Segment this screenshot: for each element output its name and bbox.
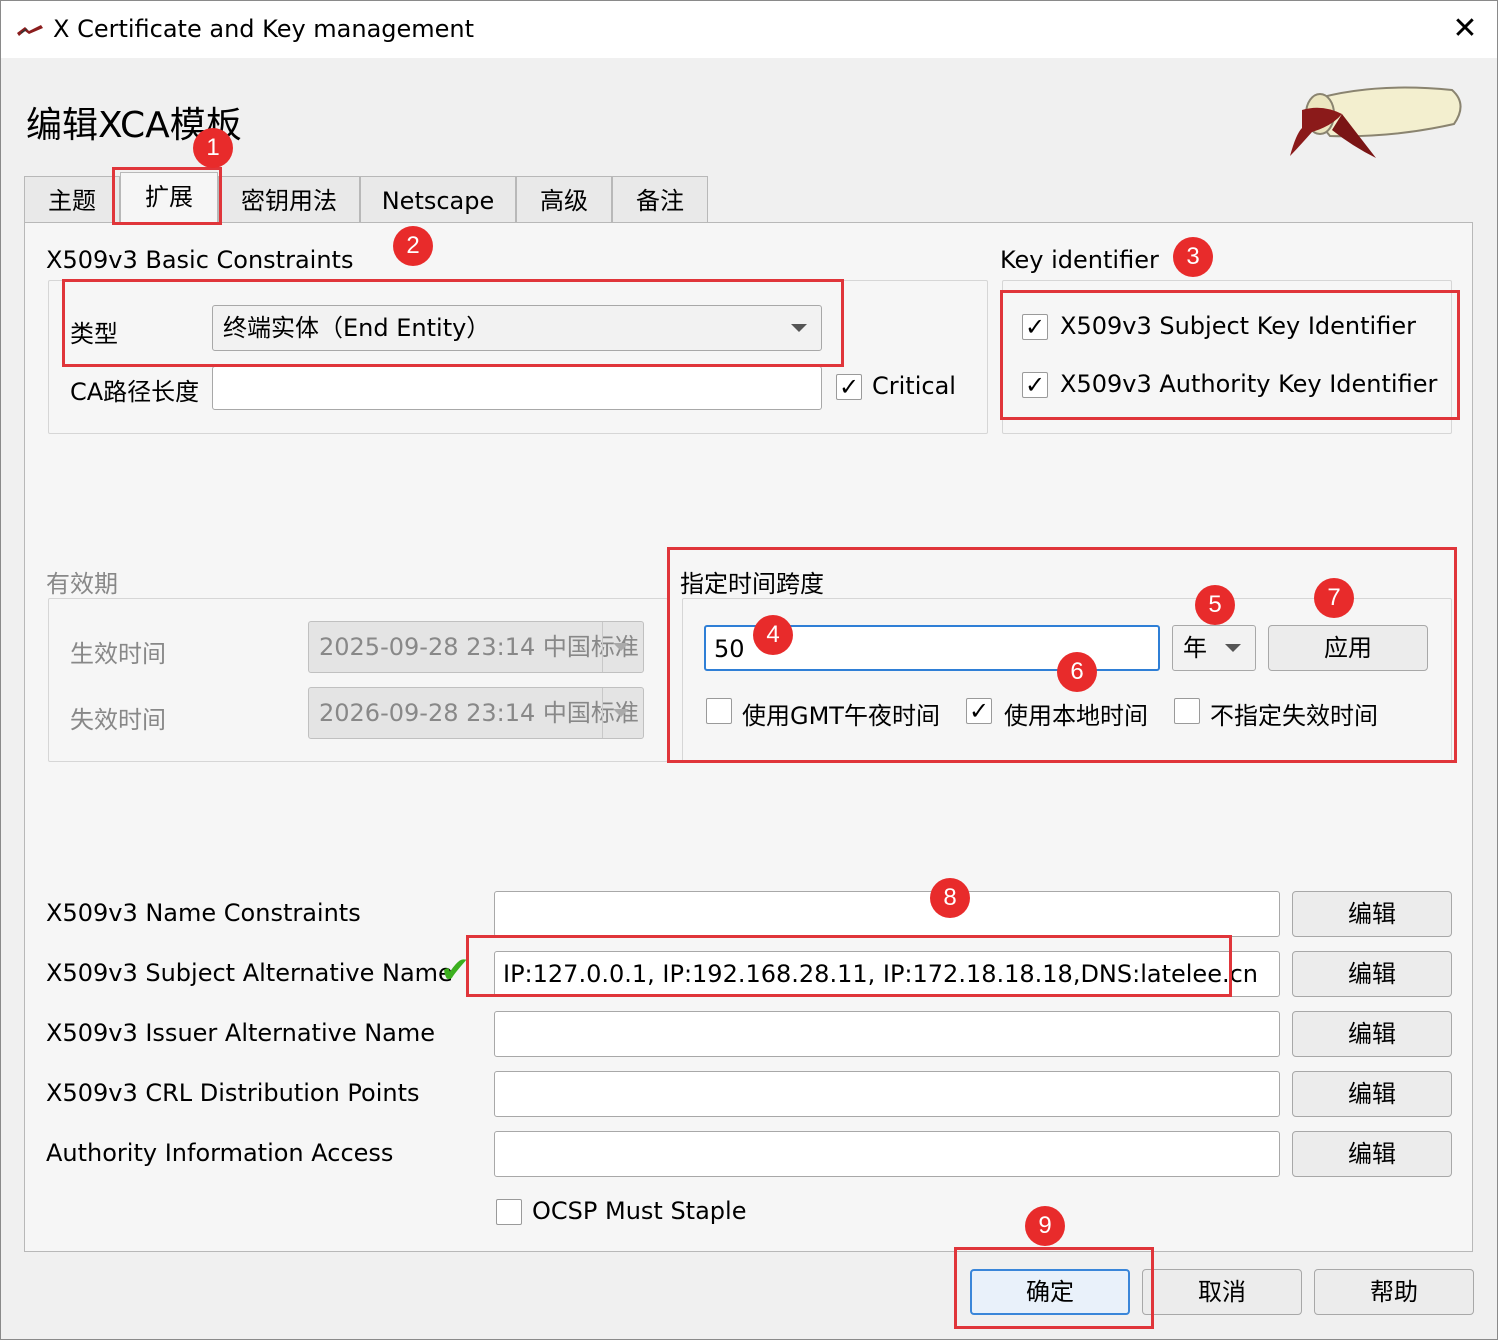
issuer-alt-name-edit-button[interactable]: 编辑 <box>1292 1011 1452 1057</box>
tab-subject[interactable]: 主题 <box>24 176 120 224</box>
type-select[interactable]: 终端实体（End Entity） <box>212 305 822 351</box>
ocsp-must-staple-label: OCSP Must Staple <box>532 1197 747 1225</box>
tab-netscape[interactable]: Netscape <box>360 176 516 224</box>
local-time-label: 使用本地时间 <box>1004 702 1148 730</box>
chevron-down-icon <box>1225 644 1241 652</box>
local-time-checkbox[interactable]: ✓ <box>966 698 992 724</box>
check-mark-icon: ✔ <box>440 950 471 991</box>
cancel-button[interactable]: 取消 <box>1142 1269 1302 1315</box>
annotation-badge-5: 5 <box>1195 585 1235 625</box>
xca-app-icon <box>17 25 43 36</box>
path-length-label: CA路径长度 <box>70 378 200 406</box>
crl-distribution-points-input[interactable] <box>494 1071 1280 1117</box>
time-range-title: 指定时间跨度 <box>680 570 824 598</box>
critical-checkbox[interactable]: ✓ <box>836 374 862 400</box>
gmt-midnight-checkbox[interactable] <box>706 698 732 724</box>
annotation-badge-7: 7 <box>1314 578 1354 618</box>
not-after-picker[interactable]: 2026-09-28 23:14 中国标准 <box>308 687 644 739</box>
subject-alt-name-label: X509v3 Subject Alternative Name <box>46 959 453 987</box>
help-button[interactable]: 帮助 <box>1314 1269 1474 1315</box>
type-select-value: 终端实体（End Entity） <box>223 314 491 342</box>
key-identifier-title: Key identifier <box>1000 246 1159 274</box>
authority-key-identifier-label: X509v3 Authority Key Identifier <box>1060 370 1438 398</box>
annotation-badge-9: 9 <box>1025 1206 1065 1246</box>
subject-key-identifier-label: X509v3 Subject Key Identifier <box>1060 312 1416 340</box>
not-before-label: 生效时间 <box>70 640 166 668</box>
no-expiry-label: 不指定失效时间 <box>1210 702 1378 730</box>
window-title: X Certificate and Key management <box>53 15 475 43</box>
close-icon[interactable]: ✕ <box>1447 11 1483 47</box>
name-constraints-label: X509v3 Name Constraints <box>46 899 361 927</box>
scroll-logo-icon <box>1290 86 1462 158</box>
authority-key-identifier-checkbox[interactable]: ✓ <box>1022 372 1048 398</box>
annotation-badge-6: 6 <box>1057 652 1097 692</box>
issuer-alt-name-input[interactable] <box>494 1011 1280 1057</box>
subject-key-identifier-checkbox[interactable]: ✓ <box>1022 314 1048 340</box>
name-constraints-input[interactable] <box>494 891 1280 937</box>
annotation-badge-2: 2 <box>393 226 433 266</box>
ocsp-must-staple-checkbox[interactable] <box>496 1199 522 1225</box>
title-bar: X Certificate and Key management ✕ <box>0 0 1498 58</box>
chevron-down-icon <box>613 709 629 717</box>
critical-label: Critical <box>872 372 956 400</box>
not-before-picker[interactable]: 2025-09-28 23:14 中国标准 <box>308 621 644 673</box>
annotation-badge-3: 3 <box>1173 237 1213 277</box>
picker-separator <box>602 688 603 738</box>
not-after-label: 失效时间 <box>70 706 166 734</box>
picker-separator <box>602 622 603 672</box>
annotation-badge-8: 8 <box>930 878 970 918</box>
tab-extensions[interactable]: 扩展 <box>120 172 218 224</box>
subject-alt-name-edit-button[interactable]: 编辑 <box>1292 951 1452 997</box>
crl-distribution-points-label: X509v3 CRL Distribution Points <box>46 1079 420 1107</box>
authority-info-access-input[interactable] <box>494 1131 1280 1177</box>
tab-advanced[interactable]: 高级 <box>516 176 612 224</box>
no-expiry-checkbox[interactable] <box>1174 698 1200 724</box>
time-range-unit-select[interactable]: 年 <box>1172 625 1256 671</box>
key-identifier-group <box>1002 280 1452 434</box>
type-label: 类型 <box>70 320 118 348</box>
time-range-unit-value: 年 <box>1183 634 1207 662</box>
subject-alt-name-input[interactable]: IP:127.0.0.1, IP:192.168.28.11, IP:172.1… <box>494 951 1280 997</box>
apply-button[interactable]: 应用 <box>1268 625 1428 671</box>
chevron-down-icon <box>791 324 807 332</box>
basic-constraints-title: X509v3 Basic Constraints <box>46 246 354 274</box>
path-length-input[interactable] <box>212 366 822 410</box>
authority-info-access-edit-button[interactable]: 编辑 <box>1292 1131 1452 1177</box>
tab-key-usage[interactable]: 密钥用法 <box>218 176 360 224</box>
gmt-midnight-label: 使用GMT午夜时间 <box>742 702 940 730</box>
annotation-badge-4: 4 <box>753 615 793 655</box>
not-before-value: 2025-09-28 23:14 中国标准 <box>319 633 639 661</box>
name-constraints-edit-button[interactable]: 编辑 <box>1292 891 1452 937</box>
crl-distribution-points-edit-button[interactable]: 编辑 <box>1292 1071 1452 1117</box>
ok-button[interactable]: 确定 <box>970 1269 1130 1315</box>
issuer-alt-name-label: X509v3 Issuer Alternative Name <box>46 1019 436 1047</box>
chevron-down-icon <box>613 643 629 651</box>
authority-info-access-label: Authority Information Access <box>46 1139 394 1167</box>
basic-constraints-group <box>48 280 988 434</box>
validity-title: 有效期 <box>46 570 118 598</box>
not-after-value: 2026-09-28 23:14 中国标准 <box>319 699 639 727</box>
annotation-badge-1: 1 <box>193 128 233 168</box>
tab-comment[interactable]: 备注 <box>612 176 708 224</box>
